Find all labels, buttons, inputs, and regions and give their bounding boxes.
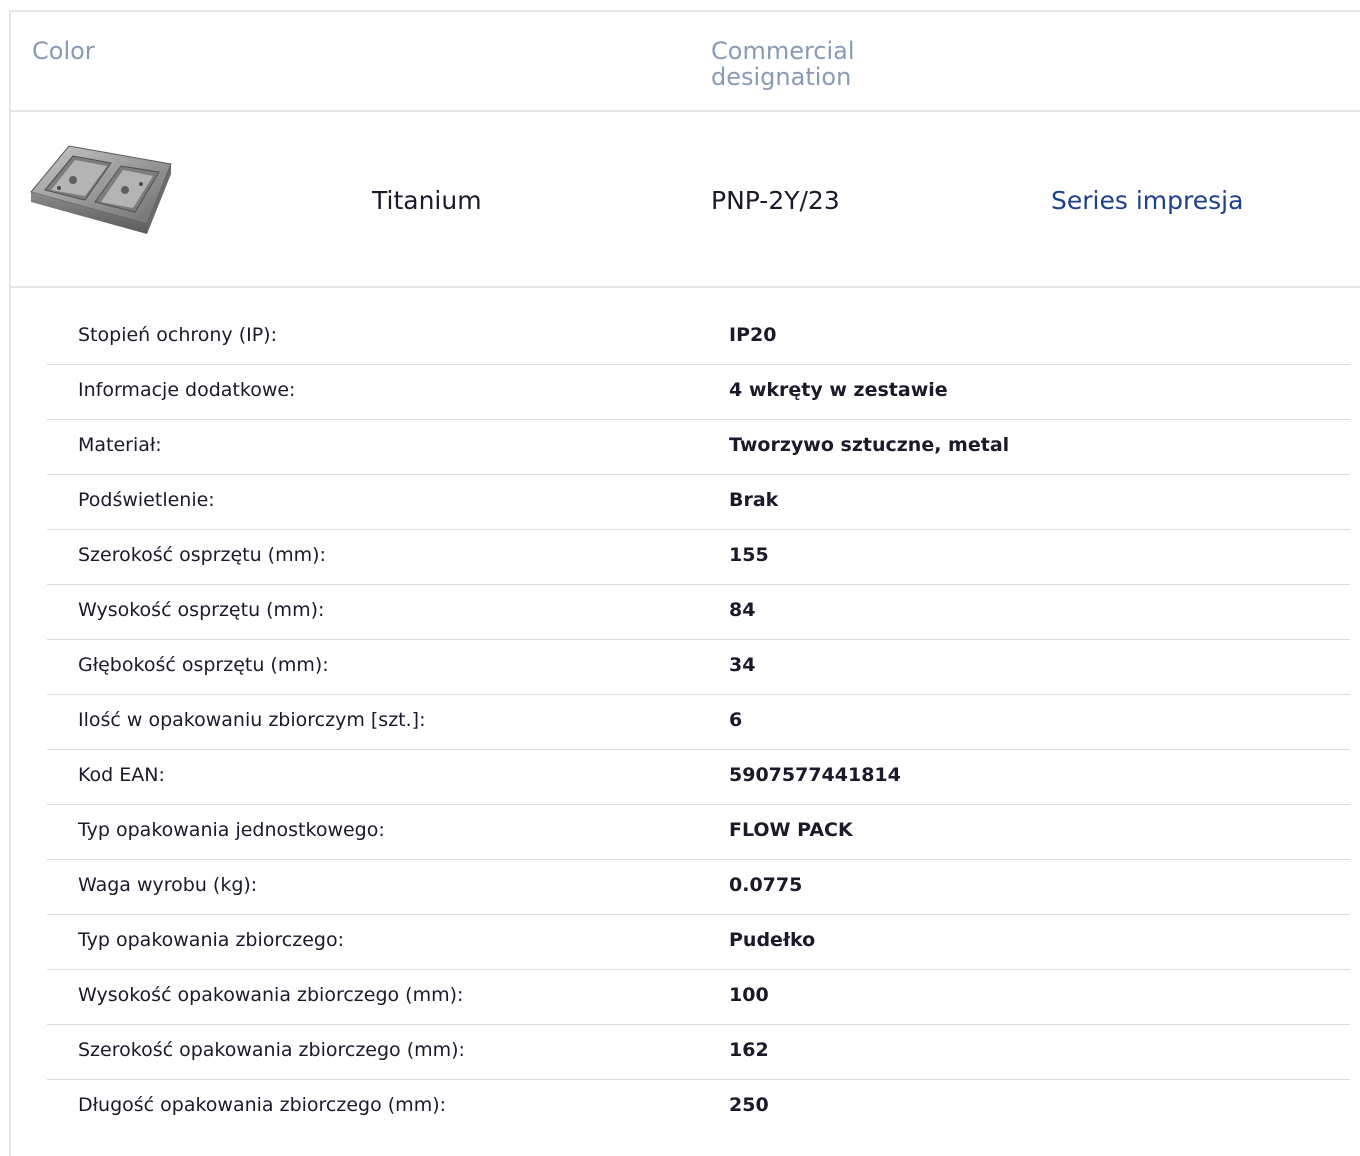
spec-row: Wysokość opakowania zbiorczego (mm): 100 [47, 970, 1350, 1025]
spec-label: Kod EAN: [78, 764, 165, 786]
spec-label: Ilość w opakowaniu zbiorczym [szt.]: [78, 709, 426, 731]
spec-value: Pudełko [729, 929, 816, 951]
spec-label: Głębokość osprzętu (mm): [78, 654, 329, 676]
spec-label: Stopień ochrony (IP): [78, 324, 277, 346]
spec-row: Podświetlenie: Brak [47, 475, 1350, 530]
commercial-designation-column-header: Commercial designation [711, 37, 855, 91]
color-column-header: Color [32, 37, 95, 65]
spec-value: IP20 [729, 324, 777, 346]
spec-row: Głębokość osprzętu (mm): 34 [47, 640, 1350, 695]
spec-row: Materiał: Tworzywo sztuczne, metal [47, 420, 1350, 475]
spec-value: 100 [729, 984, 769, 1006]
spec-value: 34 [729, 654, 756, 676]
spec-row: Kod EAN: 5907577441814 [47, 750, 1350, 805]
spec-value: Brak [729, 489, 779, 511]
spec-value: 155 [729, 544, 769, 566]
spec-value: 84 [729, 599, 756, 621]
spec-label: Długość opakowania zbiorczego (mm): [78, 1094, 447, 1116]
spec-value: FLOW PACK [729, 819, 853, 841]
spec-value: 4 wkręty w zestawie [729, 379, 948, 401]
spec-row: Szerokość opakowania zbiorczego (mm): 16… [47, 1025, 1350, 1080]
specifications-table: Stopień ochrony (IP): IP20 Informacje do… [47, 310, 1350, 1134]
spec-label: Szerokość opakowania zbiorczego (mm): [78, 1039, 465, 1061]
spec-label: Wysokość opakowania zbiorczego (mm): [78, 984, 464, 1006]
spec-row: Typ opakowania jednostkowego: FLOW PACK [47, 805, 1350, 860]
series-link[interactable]: Series impresja [1051, 186, 1243, 215]
spec-row: Szerokość osprzętu (mm): 155 [47, 530, 1350, 585]
spec-label: Materiał: [78, 434, 162, 456]
spec-value: 0.0775 [729, 874, 803, 896]
spec-label: Podświetlenie: [78, 489, 215, 511]
spec-row: Stopień ochrony (IP): IP20 [47, 310, 1350, 365]
spec-value: 250 [729, 1094, 769, 1116]
spec-row: Waga wyrobu (kg): 0.0775 [47, 860, 1350, 915]
spec-value: 5907577441814 [729, 764, 901, 786]
spec-label: Typ opakowania jednostkowego: [78, 819, 385, 841]
spec-row: Typ opakowania zbiorczego: Pudełko [47, 915, 1350, 970]
spec-value: Tworzywo sztuczne, metal [729, 434, 1010, 456]
spec-row: Ilość w opakowaniu zbiorczym [szt.]: 6 [47, 695, 1350, 750]
product-variant-row: Titanium PNP-2Y/23 Series impresja [11, 112, 1360, 288]
spec-value: 162 [729, 1039, 769, 1061]
spec-label: Szerokość osprzętu (mm): [78, 544, 326, 566]
spec-row: Wysokość osprzętu (mm): 84 [47, 585, 1350, 640]
commercial-designation-value: PNP-2Y/23 [711, 186, 840, 215]
spec-value: 6 [729, 709, 743, 731]
spec-label: Wysokość osprzętu (mm): [78, 599, 325, 621]
product-variant-panel: Color Commercial designation Titanium PN… [0, 0, 1360, 1156]
spec-label: Informacje dodatkowe: [78, 379, 296, 401]
spec-row: Informacje dodatkowe: 4 wkręty w zestawi… [47, 365, 1350, 420]
product-thumbnail-image [29, 130, 177, 240]
spec-label: Waga wyrobu (kg): [78, 874, 258, 896]
table-header-row: Color Commercial designation [11, 12, 1360, 112]
spec-row: Długość opakowania zbiorczego (mm): 250 [47, 1080, 1350, 1134]
double-flush-box-icon [30, 145, 172, 234]
spec-label: Typ opakowania zbiorczego: [78, 929, 344, 951]
variant-color-name: Titanium [372, 186, 482, 215]
